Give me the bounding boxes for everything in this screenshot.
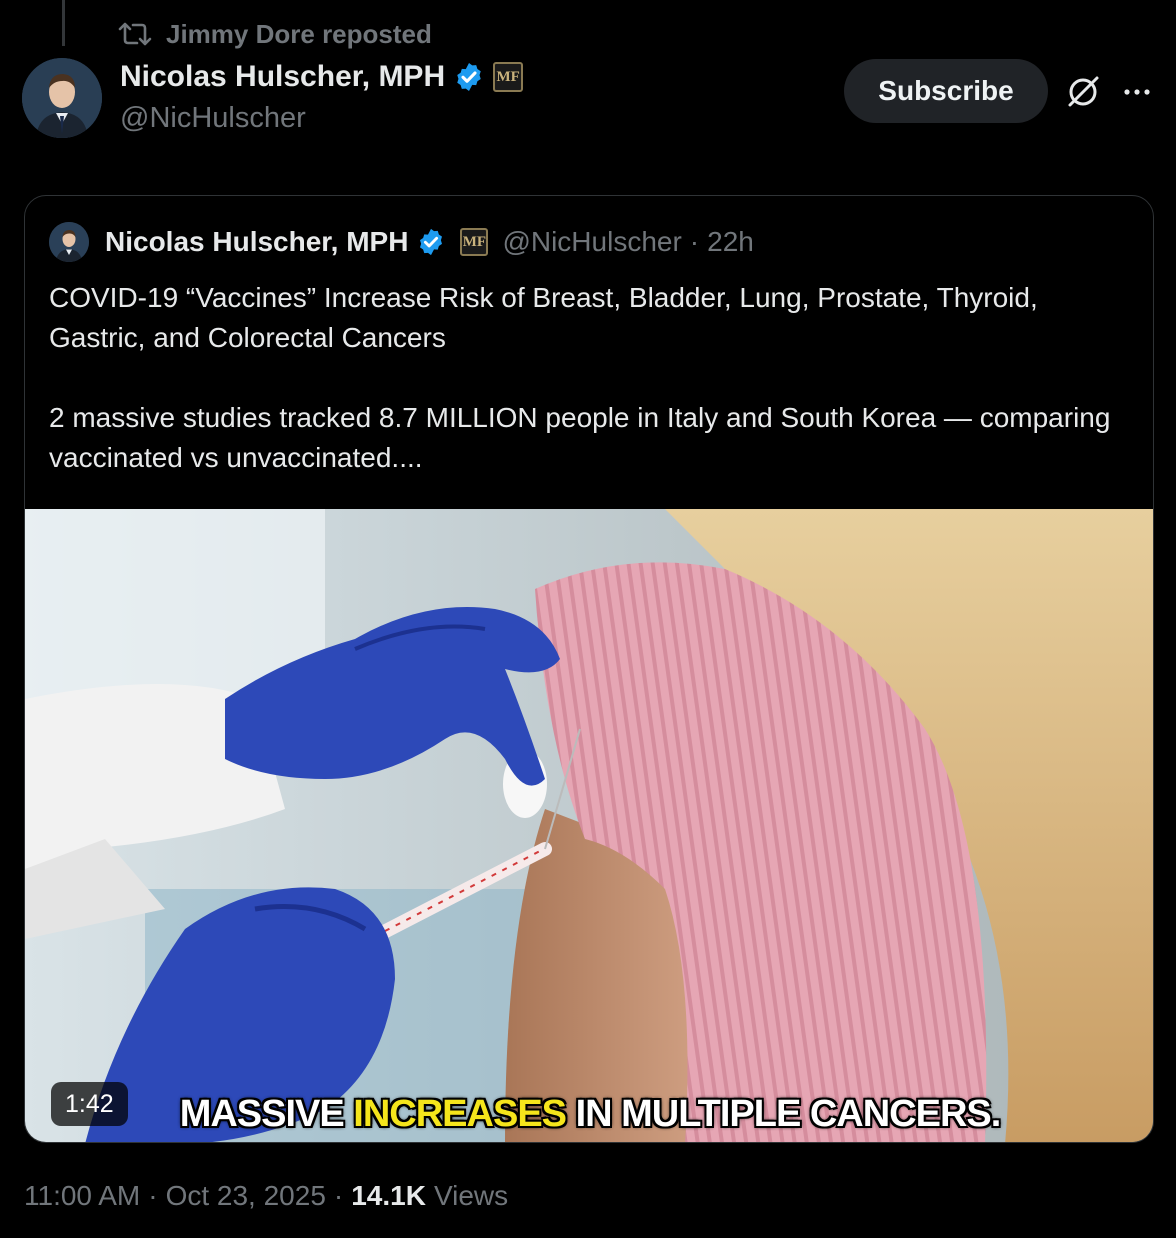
author-display-name[interactable]: Nicolas Hulscher, MPH (120, 60, 445, 94)
avatar[interactable] (22, 58, 102, 138)
caption-text-highlight: INCREASES (353, 1093, 567, 1135)
repost-context: Jimmy Dore reposted (118, 18, 432, 50)
video-player[interactable]: 1:42 MASSIVE INCREASES IN MULTIPLE CANCE… (25, 509, 1153, 1142)
video-caption: MASSIVE INCREASES IN MULTIPLE CANCERS. (25, 1093, 1153, 1136)
quoted-timestamp[interactable]: 22h (707, 226, 754, 258)
meta-separator: · (148, 1180, 158, 1211)
views-count: 14.1K (351, 1180, 426, 1211)
author-name-line: Nicolas Hulscher, MPH MF (120, 60, 524, 94)
thread-line (62, 0, 65, 46)
views-label: Views (433, 1180, 509, 1211)
affiliation-badge-icon[interactable]: MF (493, 62, 524, 92)
quoted-post-card[interactable]: Nicolas Hulscher, MPH MF @NicHulscher · … (24, 195, 1154, 1143)
quoted-handle[interactable]: @NicHulscher (502, 226, 681, 258)
meta-separator: · (333, 1180, 344, 1211)
quoted-display-name[interactable]: Nicolas Hulscher, MPH (105, 226, 408, 258)
quoted-text-paragraph-2: 2 massive studies tracked 8.7 MILLION pe… (49, 402, 1111, 473)
verified-badge-icon[interactable] (453, 61, 485, 93)
post-date[interactable]: Oct 23, 2025 (166, 1180, 326, 1212)
repost-icon (118, 22, 152, 46)
quoted-text-paragraph-1: COVID-19 “Vaccines” Increase Risk of Bre… (49, 282, 1038, 353)
quoted-avatar-image (49, 222, 89, 262)
post-time[interactable]: 11:00 AM (24, 1180, 140, 1212)
grok-icon[interactable] (1066, 75, 1100, 109)
quoted-separator: · (689, 226, 700, 257)
post-metadata: 11:00 AM · Oct 23, 2025 · 14.1K Views (24, 1180, 508, 1212)
subscribe-button[interactable]: Subscribe (844, 59, 1048, 123)
caption-text-before: MASSIVE (179, 1093, 354, 1135)
avatar-image (22, 58, 102, 138)
repost-label[interactable]: Jimmy Dore reposted (166, 19, 432, 50)
author-handle[interactable]: @NicHulscher (120, 102, 306, 135)
post-header: Nicolas Hulscher, MPH MF @NicHulscher Su… (22, 58, 1162, 148)
quoted-verified-badge-icon[interactable] (416, 227, 446, 257)
quoted-post-text: COVID-19 “Vaccines” Increase Risk of Bre… (49, 278, 1139, 478)
more-options-icon[interactable] (1120, 78, 1154, 106)
quoted-affiliation-badge-icon[interactable]: MF (460, 228, 489, 256)
video-thumbnail (25, 509, 1153, 1142)
quoted-avatar[interactable] (49, 222, 89, 262)
quoted-post-header: Nicolas Hulscher, MPH MF @NicHulscher · … (49, 220, 754, 264)
caption-text-after: IN MULTIPLE CANCERS. (566, 1093, 1002, 1135)
